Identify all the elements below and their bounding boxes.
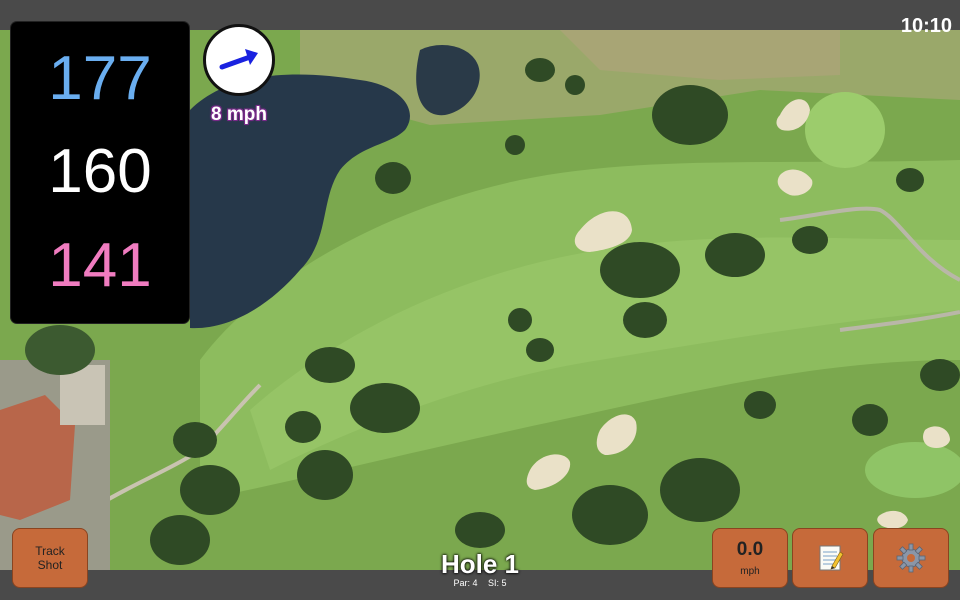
distance-middle: 160 (48, 137, 152, 207)
hole-par: Par: 4 (453, 578, 478, 588)
distance-front: 141 (48, 231, 152, 301)
track-shot-label-line2: Shot (37, 558, 63, 572)
wind-speed-value: 0.0 (736, 538, 764, 560)
distance-panel: 177 160 141 (11, 22, 189, 323)
distance-back: 177 (48, 43, 152, 113)
notepad-icon (819, 545, 844, 571)
gear-icon (896, 543, 926, 573)
hole-info: Par: 4 SI: 5 (380, 578, 580, 588)
wind-speed-button[interactable]: 0.0 mph (712, 528, 788, 588)
wind-speed-unit: mph (740, 565, 760, 577)
track-shot-label-line1: Track (35, 544, 65, 558)
settings-button[interactable] (873, 528, 949, 588)
track-shot-button[interactable]: Track Shot (12, 528, 88, 588)
wind-direction-indicator (203, 24, 275, 96)
hole-stroke-index: SI: 5 (488, 578, 507, 588)
arrow-right-up-icon (219, 49, 258, 70)
clock: 10:10 (900, 15, 952, 37)
notes-button[interactable] (792, 528, 868, 588)
wind-speed-label: 8 mph (211, 104, 267, 125)
hole-title: Hole 1 (440, 549, 520, 579)
